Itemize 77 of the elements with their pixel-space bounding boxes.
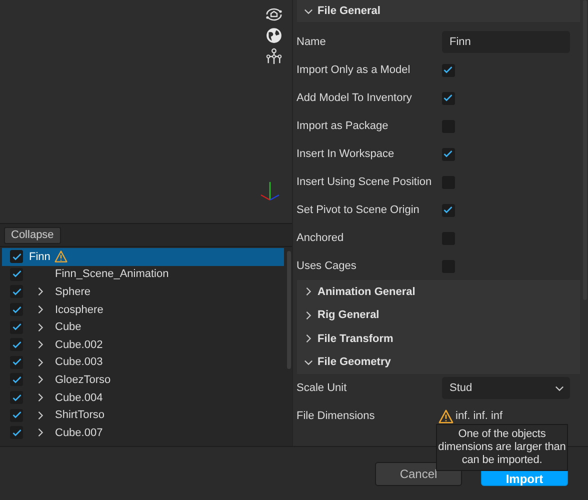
dimensions-value: inf. inf. inf (456, 410, 503, 422)
section-header[interactable]: File Geometry (296, 350, 580, 374)
item-label: Cube.003 (55, 356, 103, 368)
tree-row[interactable]: Cube.007 (2, 424, 284, 442)
section-header[interactable]: File General (296, 0, 580, 22)
chevron-right-icon[interactable] (36, 375, 45, 384)
checkbox[interactable] (10, 285, 23, 298)
tree-row[interactable]: Finn_Scene_Animation (2, 266, 284, 284)
property-label: Scale Unit (296, 382, 348, 394)
item-label: Cube (55, 321, 82, 334)
tree-row[interactable]: Cube.002 (2, 336, 284, 354)
checkbox[interactable] (10, 373, 23, 386)
checkbox[interactable] (442, 92, 454, 104)
property-label: Import as Package (296, 120, 390, 132)
property-label: Name (296, 36, 327, 48)
item-label: Cube.007 (55, 426, 103, 439)
tree-row[interactable]: Sphere (2, 283, 284, 301)
item-label: Cube.004 (55, 392, 103, 404)
tree-row[interactable]: Cube.004 (2, 388, 284, 406)
tree-row[interactable]: GloezTorso (2, 371, 284, 389)
checkbox[interactable] (442, 204, 454, 216)
checkbox[interactable] (442, 64, 454, 76)
scale-unit-dropdown[interactable]: Stud (442, 377, 570, 399)
chevron-down-icon (554, 384, 564, 392)
checkbox[interactable] (10, 250, 23, 264)
chevron-right-icon[interactable] (36, 410, 45, 420)
item-label: Sphere (55, 286, 90, 298)
property-label: Insert Using Scene Position (296, 176, 433, 188)
chevron-right-icon (304, 310, 312, 320)
chevron-down-icon (304, 358, 312, 367)
checkbox[interactable] (10, 426, 23, 440)
item-label: GloezTorso (55, 374, 111, 386)
checkbox[interactable] (10, 356, 23, 369)
checkbox[interactable] (10, 391, 23, 404)
property-label: Anchored (296, 232, 345, 244)
tree-row[interactable]: ShirtTorso (2, 406, 284, 424)
checkbox[interactable] (442, 148, 454, 160)
tooltip: One of the objects dimensions are larger than can be imported. (436, 424, 568, 471)
checkbox[interactable] (10, 320, 23, 334)
section-header[interactable]: Animation General (296, 280, 580, 304)
orbit-icon[interactable] (264, 6, 284, 23)
property-label: Set Pivot to Scene Origin (296, 204, 420, 216)
checkbox[interactable] (10, 268, 23, 281)
chevron-right-icon[interactable] (36, 305, 45, 314)
section-header[interactable]: File Transform (296, 327, 580, 350)
name-field[interactable]: Finn (442, 31, 570, 53)
item-label: Finn_Scene_Animation (55, 268, 169, 280)
item-label: Icosphere (55, 304, 104, 316)
globe-icon[interactable] (264, 27, 284, 44)
chevron-down-icon (304, 6, 312, 16)
chevron-right-icon[interactable] (36, 322, 45, 332)
chevron-right-icon[interactable] (36, 340, 45, 350)
rig-icon[interactable] (264, 48, 284, 65)
chevron-right-icon[interactable] (36, 358, 45, 367)
axis-gizmo-icon (259, 182, 281, 202)
checkbox[interactable] (10, 338, 23, 352)
chevron-right-icon (304, 334, 312, 344)
property-label: Insert In Workspace (296, 148, 396, 160)
tree-row[interactable]: Cube (2, 318, 284, 336)
chevron-right-icon[interactable] (36, 428, 45, 438)
checkbox[interactable] (10, 303, 23, 316)
tree-row[interactable]: Finn (2, 248, 284, 266)
property-label: Import Only as a Model (296, 64, 412, 76)
checkbox[interactable] (10, 408, 23, 422)
property-label: File Dimensions (296, 410, 376, 422)
chevron-right-icon[interactable] (36, 287, 45, 296)
chevron-right-icon[interactable] (36, 393, 45, 402)
item-label: Cube.002 (55, 338, 103, 351)
item-label: Finn (29, 250, 50, 263)
tree-row[interactable]: Icosphere (2, 300, 284, 318)
chevron-right-icon (304, 287, 312, 296)
property-label: Uses Cages (296, 260, 358, 272)
section-header[interactable]: Rig General (296, 304, 580, 327)
item-label: ShirtTorso (55, 409, 105, 422)
property-label: Add Model To Inventory (296, 92, 413, 104)
collapse-button[interactable]: Collapse (4, 226, 61, 244)
tree-row[interactable]: Cube.003 (2, 354, 284, 372)
